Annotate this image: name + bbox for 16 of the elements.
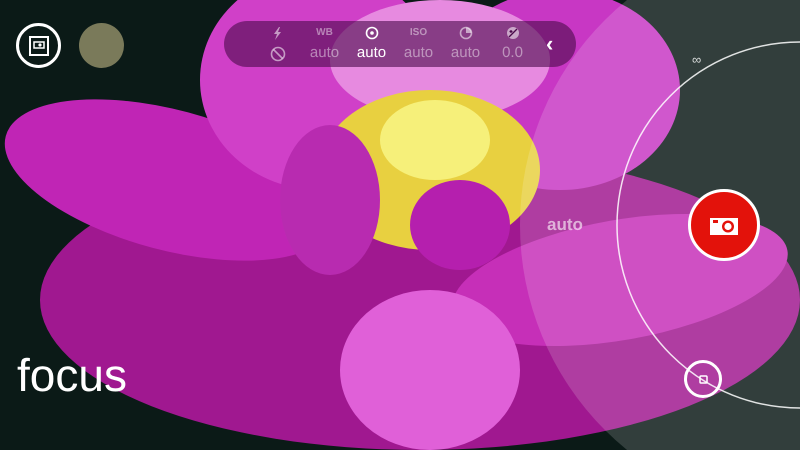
off-icon: [270, 46, 286, 62]
setting-tab[interactable]: 0.0: [489, 24, 536, 64]
focus-handle[interactable]: [684, 360, 722, 398]
setting-tab[interactable]: ISO auto: [395, 24, 442, 64]
setting-tab[interactable]: WB auto: [301, 24, 348, 64]
target-icon: [364, 26, 378, 40]
lenses-button[interactable]: [16, 23, 61, 68]
collapse-button[interactable]: ‹: [546, 33, 554, 55]
half-circle-icon: [458, 26, 472, 40]
infinity-label: ∞: [692, 53, 702, 66]
focus-value-label: auto: [547, 216, 583, 233]
framed-camera-icon: [28, 36, 48, 56]
square-icon: [698, 374, 708, 384]
exposure-icon: [506, 26, 520, 40]
setting-tab[interactable]: auto: [348, 24, 395, 64]
setting-tab[interactable]: auto: [442, 24, 489, 64]
